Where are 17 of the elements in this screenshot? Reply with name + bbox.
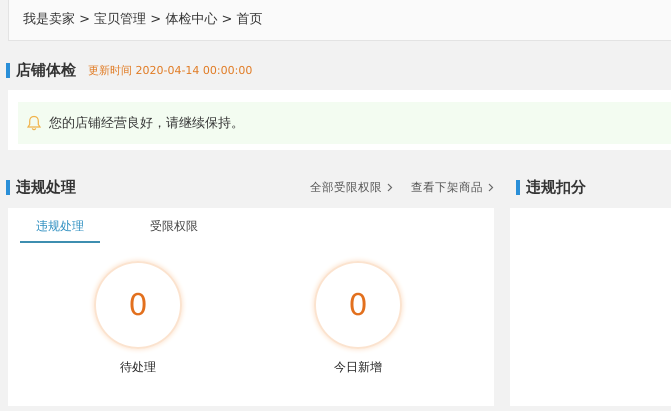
stat-label: 待处理 — [120, 359, 156, 376]
stat-value: 0 — [314, 261, 402, 349]
tab[interactable]: 违规处理 — [20, 218, 100, 243]
link[interactable]: 查看下架商品 — [411, 180, 494, 194]
bell-icon — [26, 115, 42, 131]
update-time: 更新时间 2020-04-14 00:00:00 — [88, 62, 252, 78]
chevron-icon — [387, 182, 393, 192]
section-title: 店铺体检 — [16, 60, 76, 80]
section-title: 违规扣分 — [526, 178, 586, 196]
breadcrumb: 我是卖家 > 宝贝管理 > 体检中心 > 首页 — [8, 0, 671, 41]
stat-value: 0 — [94, 261, 182, 349]
tab[interactable]: 受限权限 — [134, 218, 214, 243]
link[interactable]: 全部受限权限 — [310, 180, 393, 194]
section-title: 违规处理 — [16, 178, 76, 196]
notice-text: 您的店铺经营良好，请继续保持。 — [49, 115, 244, 132]
chevron-icon — [488, 182, 494, 192]
stat-label: 今日新增 — [334, 359, 382, 376]
